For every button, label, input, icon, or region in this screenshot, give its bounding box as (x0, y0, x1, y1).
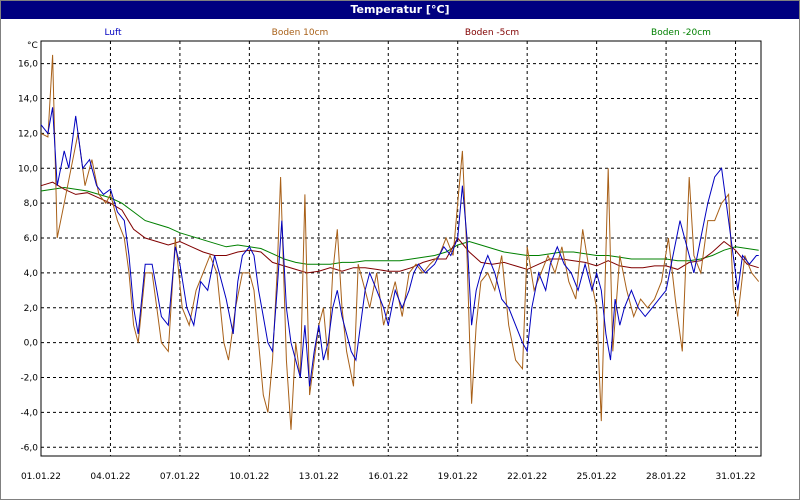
y-tick-label: 2,0 (24, 304, 39, 314)
y-tick-label: 0,0 (24, 339, 39, 349)
x-tick-label: 19.01.22 (438, 472, 478, 482)
y-tick-label: 6,0 (24, 234, 39, 244)
legend-entry: Boden -5cm (465, 28, 519, 38)
y-tick-label: -6,0 (20, 443, 38, 453)
x-tick-label: 10.01.22 (229, 472, 269, 482)
x-tick-label: 25.01.22 (577, 472, 617, 482)
y-tick-label: -2,0 (20, 374, 38, 384)
x-tick-label: 13.01.22 (299, 472, 339, 482)
y-tick-label: 8,0 (24, 199, 39, 209)
x-tick-label: 04.01.22 (90, 472, 130, 482)
x-tick-label: 28.01.22 (646, 472, 686, 482)
temperature-chart: -6,0 -4,0 -2,0 0,0 2,0 4,0 6,0 8,0 10,0 12,0 14,0 1… (18, 28, 762, 482)
y-axis-unit: °C (27, 41, 38, 51)
y-tick-label: 16,0 (18, 60, 38, 70)
y-tick-label: 14,0 (18, 95, 38, 105)
x-tick-label: 01.01.22 (21, 472, 61, 482)
y-tick-label: 12,0 (18, 129, 38, 139)
x-tick-label: 07.01.22 (160, 472, 200, 482)
chart-window: Temperatur [°C] -6,0 -4,0 -2,0 0,0 2,0 4,0 6,0… (0, 0, 800, 500)
legend-entry: Luft (104, 28, 122, 38)
y-tick-label: 4,0 (24, 269, 39, 279)
x-tick-label: 31.01.22 (715, 472, 755, 482)
x-tick-label: 16.01.22 (368, 472, 408, 482)
legend-entry: Boden 10cm (272, 28, 329, 38)
plot-area (40, 40, 762, 457)
y-tick-label: -4,0 (20, 408, 38, 418)
legend-entry: Boden -20cm (651, 28, 711, 38)
x-tick-label: 22.01.22 (507, 472, 547, 482)
y-tick-label: 10,0 (18, 164, 38, 174)
